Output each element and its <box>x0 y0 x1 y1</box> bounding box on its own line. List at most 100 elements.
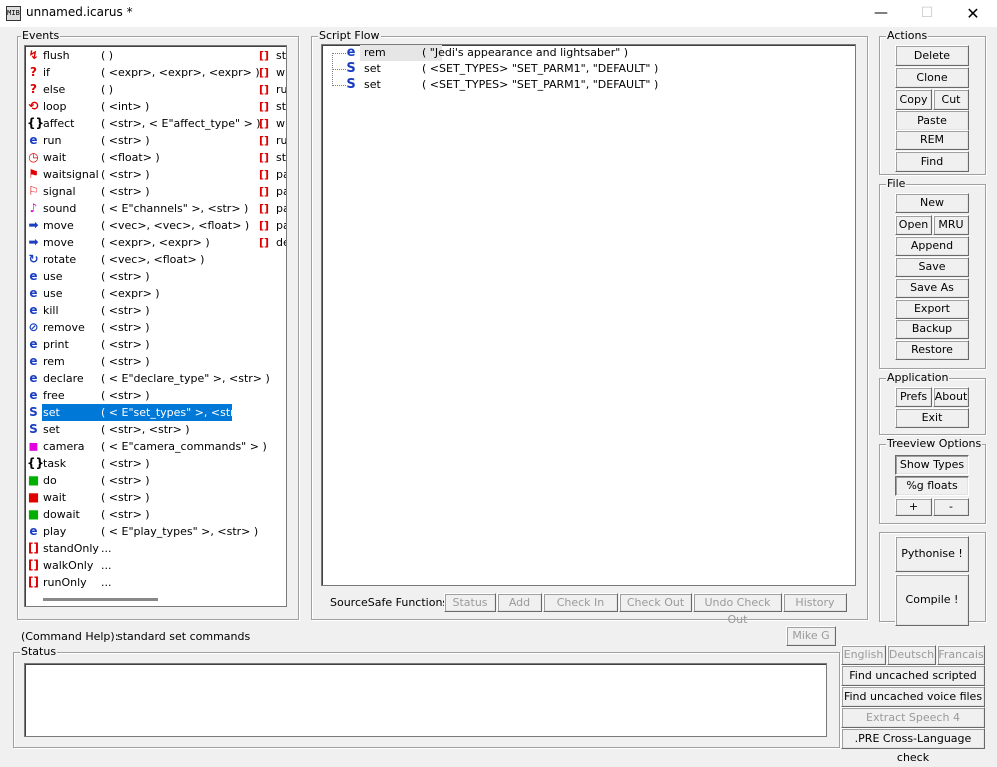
event-item-truncated[interactable]: pa <box>276 200 286 217</box>
event-item-truncated[interactable]: ru <box>276 132 286 149</box>
find-button[interactable]: Find <box>895 151 969 172</box>
event-item-rem[interactable]: e rem ( <str> ) <box>25 353 257 370</box>
event-item-else[interactable]: ? else ( ) <box>25 81 257 98</box>
restore-button[interactable]: Restore <box>895 340 969 360</box>
check-out-button[interactable]: Check Out <box>619 593 692 612</box>
event-item-print[interactable]: e print ( <str> ) <box>25 336 257 353</box>
script-flow-tree[interactable]: e rem ( "Jedi's appearance and lightsaber"… <box>321 44 856 586</box>
expand-plus-button[interactable]: + <box>895 498 932 516</box>
event-item-remove[interactable]: ⊘ remove ( <str> ) <box>25 319 257 336</box>
event-name: play <box>43 525 67 538</box>
status-output[interactable] <box>24 663 827 737</box>
open-button[interactable]: Open <box>895 215 932 235</box>
event-item-truncated[interactable]: w <box>276 64 285 81</box>
bracket-icon: [] <box>259 117 270 130</box>
event-item-wait[interactable]: ■ wait ( <str> ) <box>25 489 257 506</box>
event-item-truncated[interactable]: st <box>276 47 286 64</box>
event-item-standOnly[interactable]: [] standOnly... <box>25 540 257 557</box>
mru-button[interactable]: MRU <box>933 215 969 235</box>
event-item-task[interactable]: {} task ( <str> ) <box>25 455 257 472</box>
deutsch-button[interactable]: Deutsch <box>887 645 936 665</box>
event-item-truncated[interactable]: w <box>276 115 285 132</box>
s-icon: S <box>346 77 356 92</box>
prefs-button[interactable]: Prefs <box>895 387 932 407</box>
maximize-button[interactable]: ☐ <box>904 0 950 27</box>
event-item-set[interactable]: Sset ( <str>, <str> ) <box>25 421 257 438</box>
event-item-rotate[interactable]: ↻ rotate ( <vec>, <float> ) <box>25 251 257 268</box>
compile-button[interactable]: Compile ! <box>895 574 969 626</box>
mike-g-button[interactable]: Mike G <box>786 626 836 646</box>
event-item-flush[interactable]: ↯ flush ( ) <box>25 47 257 64</box>
event-item-truncated[interactable]: st <box>276 98 286 115</box>
event-item-use[interactable]: e use ( <expr> ) <box>25 285 257 302</box>
extract-speech-button[interactable]: Extract Speech 4 translation <box>841 707 985 743</box>
event-item-walkOnly[interactable]: [] walkOnly... <box>25 557 257 574</box>
english-button[interactable]: English <box>841 645 886 665</box>
event-item-move[interactable]: ➡ move ( <expr>, <expr> ) <box>25 234 257 251</box>
backup-button[interactable]: Backup <box>895 319 969 339</box>
save-button[interactable]: Save <box>895 257 969 277</box>
event-args: ( < E"play_types" >, <str> ) <box>101 525 259 538</box>
status-button[interactable]: Status <box>444 593 496 612</box>
script-flow-item-set[interactable]: Sset ( <SET_TYPES> "SET_PARM1", "DEFAULT"… <box>344 61 824 77</box>
script-flow-name: rem <box>364 46 386 59</box>
events-hscrollbar[interactable] <box>43 598 158 601</box>
event-item-do[interactable]: ■ do ( <str> ) <box>25 472 257 489</box>
export-button[interactable]: Export <box>895 299 969 319</box>
exit-button[interactable]: Exit <box>895 408 969 428</box>
g-floats-toggle[interactable]: %g floats <box>895 476 969 496</box>
event-item-loop[interactable]: ⟲ loop ( <int> ) <box>25 98 257 115</box>
event-item-truncated[interactable]: pa <box>276 166 286 183</box>
event-item-affect[interactable]: {} affect ( <str>, < E"affect_type" > ) <box>25 115 261 132</box>
event-item-kill[interactable]: e kill ( <str> ) <box>25 302 257 319</box>
event-item-truncated[interactable]: pa <box>276 217 286 234</box>
event-item-use[interactable]: e use ( <str> ) <box>25 268 257 285</box>
event-item-run[interactable]: e run ( <str> ) <box>25 132 257 149</box>
find-uncached-audio-button[interactable]: Find uncached scripted audio <box>841 665 985 701</box>
event-item-camera[interactable]: ◼ camera ( < E"camera_commands" > ) <box>25 438 267 455</box>
event-item-dowait[interactable]: ■ dowait ( <str> ) <box>25 506 257 523</box>
event-name: declare <box>43 372 84 385</box>
cut-button[interactable]: Cut <box>933 89 969 110</box>
paste-button[interactable]: Paste <box>895 110 969 131</box>
event-item-declare[interactable]: e declare ( < E"declare_type" >, <str> ) <box>25 370 269 387</box>
event-item-runOnly[interactable]: [] runOnly... <box>25 574 257 591</box>
event-item-move[interactable]: ➡ move ( <vec>, <vec>, <float> ) <box>25 217 257 234</box>
show-types-toggle[interactable]: Show Types <box>895 455 969 475</box>
add-button[interactable]: Add <box>497 593 542 612</box>
event-item-if[interactable]: ? if ( <expr>, <expr>, <expr> ) <box>25 64 260 81</box>
find-uncached-voice-button[interactable]: Find uncached voice files <box>841 686 985 707</box>
copy-button[interactable]: Copy <box>895 89 932 110</box>
event-item-wait[interactable]: ◷ wait ( <float> ) <box>25 149 257 166</box>
delete-button[interactable]: Delete <box>895 45 969 66</box>
history-button[interactable]: History <box>783 593 847 612</box>
francais-button[interactable]: Francais <box>937 645 985 665</box>
about-button[interactable]: About <box>933 387 969 407</box>
clone-button[interactable]: Clone <box>895 67 969 88</box>
new-button[interactable]: New <box>895 193 969 213</box>
event-args: ( <str> ) <box>101 508 150 521</box>
check-in-button[interactable]: Check In <box>543 593 618 612</box>
rem-button[interactable]: REM <box>895 130 969 150</box>
pythonise-button[interactable]: Pythonise ! <box>895 536 969 572</box>
minimize-button[interactable]: — <box>858 0 904 27</box>
event-item-truncated[interactable]: pa <box>276 183 286 200</box>
append-button[interactable]: Append <box>895 236 969 256</box>
save-as-button[interactable]: Save As <box>895 278 969 298</box>
event-item-free[interactable]: e free ( <str> ) <box>25 387 257 404</box>
event-item-sound[interactable]: ♪ sound ( < E"channels" >, <str> ) <box>25 200 257 217</box>
undo-check-out-button[interactable]: Undo Check Out <box>693 593 782 626</box>
event-item-truncated[interactable]: st <box>276 149 286 166</box>
events-list[interactable]: ↯ flush ( )? if ( <expr>, <expr>, <expr> )? e… <box>24 45 287 607</box>
event-item-set[interactable]: Sset ( < E"set_types" >, <str> ) <box>25 404 257 421</box>
pre-cross-language-check-button[interactable]: .PRE Cross-Language check <box>841 728 985 764</box>
event-item-waitsignal[interactable]: ⚑ waitsignal( <str> ) <box>25 166 257 183</box>
event-item-truncated[interactable]: ru <box>276 81 286 98</box>
event-item-signal[interactable]: ⚐ signal ( <str> ) <box>25 183 257 200</box>
collapse-minus-button[interactable]: - <box>933 498 969 516</box>
close-button[interactable]: ✕ <box>950 0 996 27</box>
script-flow-item-set[interactable]: Sset ( <SET_TYPES> "SET_PARM1", "DEFAULT"… <box>344 77 824 93</box>
event-item-play[interactable]: e play ( < E"play_types" >, <str> ) <box>25 523 259 540</box>
script-flow-item-rem[interactable]: e rem ( "Jedi's appearance and lightsaber"… <box>344 45 824 61</box>
event-item-truncated[interactable]: de <box>276 234 286 251</box>
